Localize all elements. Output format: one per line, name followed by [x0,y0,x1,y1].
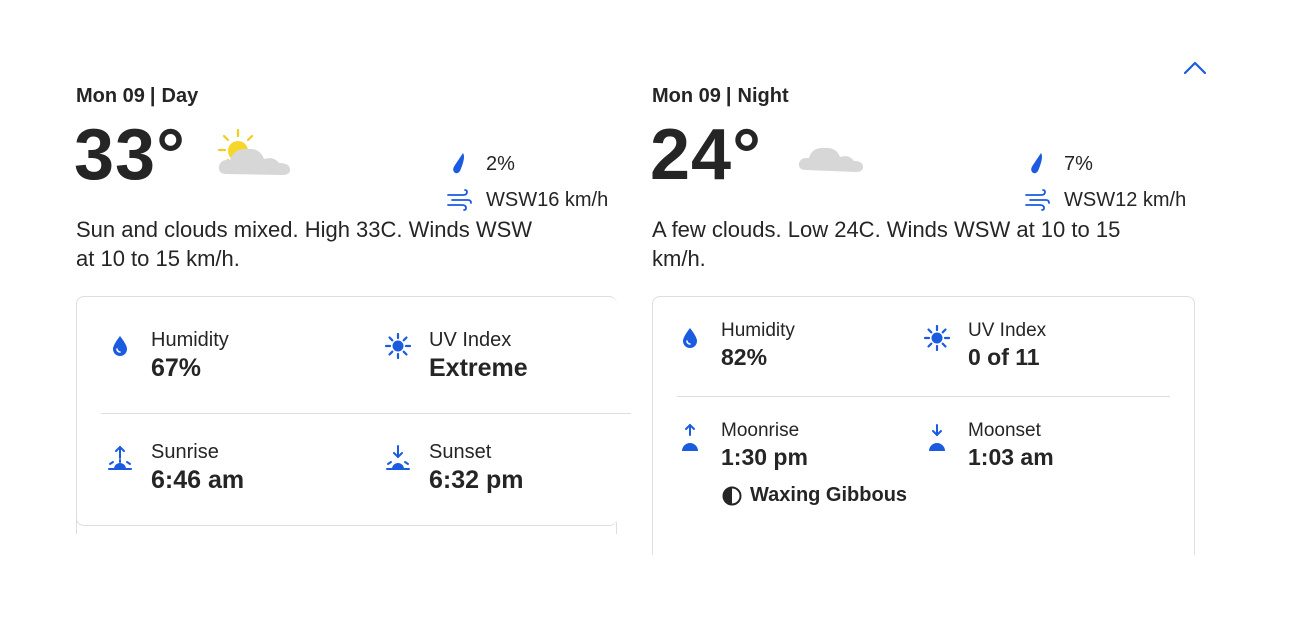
humidity-value: 82% [721,344,768,370]
chevron-up-icon [1183,61,1207,75]
daypart-heading: Mon 09 | Day [76,84,631,108]
humidity-icon [677,325,703,351]
precipitation: 2% [446,150,515,178]
moonset-value: 1:03 am [968,444,1054,470]
uv-index-label: UV Index [429,329,512,351]
wind-value: WSW12 km/h [1064,188,1187,211]
sunset-value: 6:32 pm [429,466,524,494]
forecast-summary: A few clouds. Low 24C. Winds WSW at 10 t… [652,217,1121,271]
partly-sunny-icon [217,128,290,175]
daypart-label: Day [161,85,199,107]
sunset-label: Sunset [429,441,492,463]
next-card-edge [76,508,618,534]
moon-phase-label: Waxing Gibbous [750,484,908,506]
uv-sun-icon [385,333,411,359]
sunrise-value: 6:46 am [151,466,245,494]
uv-index-detail: UV Index Extreme [385,327,528,383]
card-divider [677,396,1170,397]
moon-phase-icon [722,486,742,506]
wind-value: WSW16 km/h [486,188,609,211]
moonset-detail: Moonset 1:03 am [924,419,1054,471]
raindrop-icon [446,151,472,177]
precipitation-value: 7% [1064,152,1093,175]
humidity-label: Humidity [151,329,229,351]
daypart-label: Night [737,85,789,107]
humidity-icon [107,333,133,359]
next-card-edge-right [616,522,617,534]
sunrise-icon [107,445,133,471]
humidity-value: 67% [151,354,202,382]
separator: | [725,85,732,107]
moonset-icon [924,424,950,451]
sunrise-detail: Sunrise 6:46 am [107,439,244,495]
date-label: Mon 09 [76,85,145,107]
uv-index-detail: UV Index 0 of 11 [924,319,1046,371]
sunrise-label: Sunrise [151,441,219,463]
moonrise-icon [677,423,703,451]
wind: WSW12 km/h [1024,186,1186,214]
conditions-row: 33° 2% WSW16 km/h [74,116,631,211]
moonrise-label: Moonrise [721,420,800,441]
temperature: 33° [74,115,186,195]
conditions-row: 24° 7% WSW12 km/h [650,116,1197,211]
uv-index-label: UV Index [968,320,1047,341]
daypart-heading: Mon 09 | Night [652,84,1197,108]
wind-icon [446,187,472,213]
humidity-detail: Humidity 67% [107,327,229,383]
humidity-label: Humidity [721,320,795,341]
separator: | [149,85,156,107]
wind-icon [1024,187,1050,213]
collapse-button[interactable] [1181,58,1209,78]
details-card: Humidity 67% UV Index Extreme Sunrise 6:… [76,296,631,526]
partly-cloudy-night-icon [798,130,863,181]
uv-index-value: 0 of 11 [968,344,1040,370]
uv-index-value: Extreme [429,354,528,382]
day-forecast-panel: Mon 09 | Day 33° 2% WSW16 km/h Sun and c… [74,84,631,526]
details-card: Humidity 82% UV Index 0 of 11 Moonrise 1… [652,296,1195,555]
precipitation: 7% [1024,150,1093,178]
forecast-summary: Sun and clouds mixed. High 33C. Winds WS… [76,217,533,271]
wind: WSW16 km/h [446,186,608,214]
card-divider [101,413,631,414]
moon-phase: Waxing Gibbous [722,484,907,507]
humidity-detail: Humidity 82% [677,319,795,371]
moonset-label: Moonset [968,420,1041,441]
night-forecast-panel: Mon 09 | Night 24° 7% WSW12 km/h A few clo… [650,84,1197,555]
precipitation-value: 2% [486,152,515,175]
temperature: 24° [650,115,762,195]
uv-sun-icon [924,325,950,351]
date-label: Mon 09 [652,85,721,107]
moonrise-value: 1:30 pm [721,444,808,470]
sunset-icon [385,445,411,471]
moonrise-detail: Moonrise 1:30 pm [677,419,808,471]
raindrop-icon [1024,151,1050,177]
sunset-detail: Sunset 6:32 pm [385,439,523,495]
